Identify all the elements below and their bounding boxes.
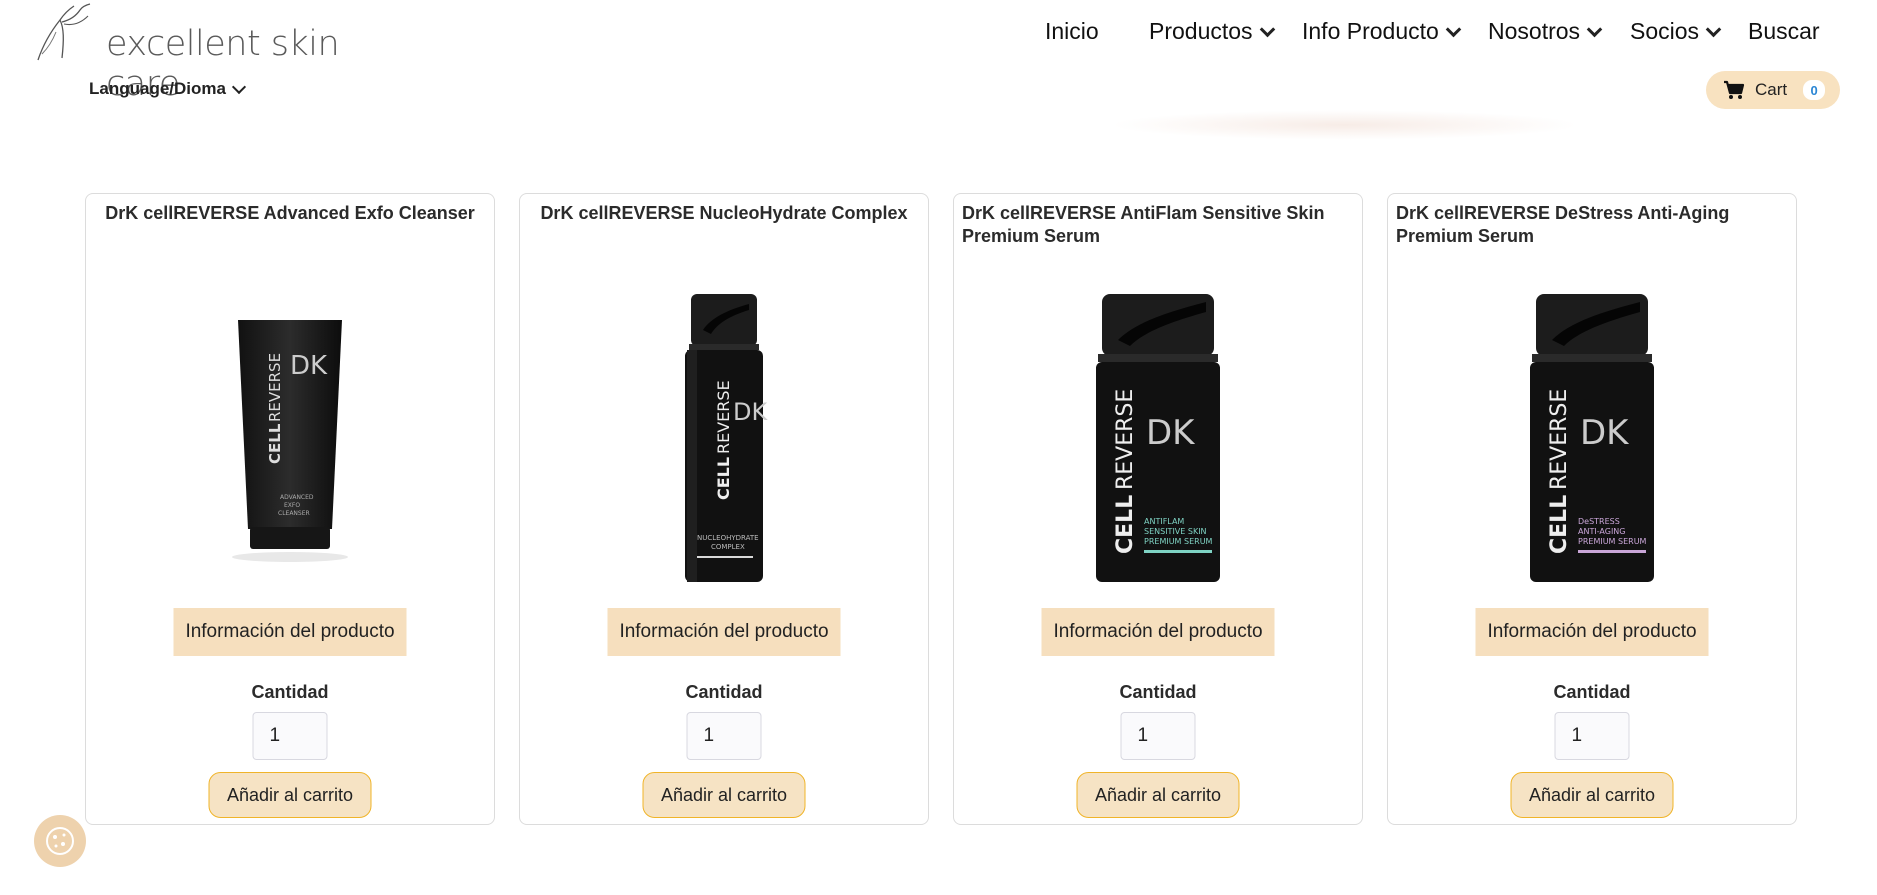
svg-text:PREMIUM SERUM: PREMIUM SERUM: [1144, 537, 1213, 546]
nav-label: Socios: [1630, 18, 1700, 44]
nav-buscar[interactable]: Buscar: [1748, 18, 1820, 45]
svg-text:CLEANSER: CLEANSER: [278, 510, 310, 517]
svg-text:REVERSE: REVERSE: [1547, 389, 1572, 490]
product-image[interactable]: CELL REVERSE DK ADVANCED EXFO CLEANSER: [220, 314, 360, 579]
svg-text:DK: DK: [290, 351, 328, 381]
quantity-label: Cantidad: [1119, 682, 1197, 702]
product-card: DrK cellREVERSE DeStress Anti-Aging Prem…: [1387, 193, 1797, 825]
chevron-down-icon: [231, 79, 247, 94]
svg-text:COMPLEX: COMPLEX: [711, 543, 745, 551]
cart-label: Cart: [1755, 80, 1788, 99]
nav-productos[interactable]: Productos: [1149, 18, 1275, 45]
product-info-button[interactable]: Información del producto: [607, 608, 841, 656]
quantity-label: Cantidad: [251, 682, 329, 702]
svg-text:REVERSE: REVERSE: [266, 353, 284, 422]
language-selector[interactable]: Language/Dioma: [89, 79, 247, 99]
product-title: DrK cellREVERSE DeStress Anti-Aging Prem…: [1396, 203, 1730, 246]
svg-text:REVERSE: REVERSE: [714, 380, 733, 454]
product-info-button[interactable]: Información del producto: [173, 608, 407, 656]
product-title: DrK cellREVERSE Advanced Exfo Cleanser: [105, 203, 475, 223]
nav-label: Productos: [1149, 18, 1253, 44]
svg-text:DeSTRESS: DeSTRESS: [1578, 517, 1620, 526]
cart-icon: [1724, 80, 1745, 99]
site-header: excellent skin care Language/Dioma Inici…: [0, 0, 1877, 140]
svg-text:DK: DK: [1146, 413, 1196, 453]
chevron-down-icon: [1705, 21, 1722, 37]
cookie-settings-button[interactable]: [34, 815, 86, 867]
nav-label: Nosotros: [1488, 18, 1581, 44]
cookie-icon: [46, 827, 74, 855]
nav-socios[interactable]: Socios: [1630, 18, 1722, 45]
cart-button[interactable]: Cart 0: [1706, 71, 1840, 109]
product-image[interactable]: CELL REVERSE DK ANTIFLAM SENSITIVE SKIN …: [1088, 290, 1228, 595]
chevron-down-icon: [1445, 21, 1462, 37]
chevron-down-icon: [1586, 21, 1603, 37]
nav-label: Info Producto: [1302, 18, 1439, 44]
quantity-label: Cantidad: [685, 682, 763, 702]
product-title: DrK cellREVERSE AntiFlam Sensitive Skin …: [962, 203, 1325, 246]
quantity-input[interactable]: 1: [1554, 712, 1630, 760]
svg-text:EXFO: EXFO: [284, 502, 300, 509]
nav-label: Inicio: [1045, 18, 1099, 44]
product-info-button[interactable]: Información del producto: [1475, 608, 1709, 656]
svg-text:DK: DK: [733, 398, 768, 426]
quantity-input[interactable]: 1: [1120, 712, 1196, 760]
nav-inicio[interactable]: Inicio: [1045, 18, 1099, 45]
quantity-input[interactable]: 1: [686, 712, 762, 760]
svg-text:SENSITIVE SKIN: SENSITIVE SKIN: [1144, 527, 1207, 536]
add-to-cart-button[interactable]: Añadir al carrito: [642, 772, 806, 818]
product-card: DrK cellREVERSE AntiFlam Sensitive Skin …: [953, 193, 1363, 825]
product-image[interactable]: CELL REVERSE DK DeSTRESS ANTI-AGING PREM…: [1522, 290, 1662, 595]
svg-text:CELL: CELL: [266, 423, 284, 464]
svg-text:ANTIFLAM: ANTIFLAM: [1144, 517, 1184, 526]
svg-text:PREMIUM SERUM: PREMIUM SERUM: [1578, 537, 1647, 546]
chevron-down-icon: [1259, 21, 1275, 37]
nav-nosotros[interactable]: Nosotros: [1488, 18, 1603, 45]
product-card: DrK cellREVERSE Advanced Exfo Cleanser C…: [85, 193, 495, 825]
logo-figure-icon: [37, 3, 91, 61]
product-image[interactable]: CELL REVERSE DK NUCLEOHYDRATE COMPLEX: [669, 290, 779, 595]
svg-text:CELL: CELL: [714, 457, 733, 500]
quantity-input[interactable]: 1: [252, 712, 328, 760]
product-info-button[interactable]: Información del producto: [1041, 608, 1275, 656]
cart-count-badge: 0: [1803, 80, 1826, 100]
quantity-label: Cantidad: [1553, 682, 1631, 702]
nav-label: Buscar: [1748, 18, 1820, 44]
svg-text:ADVANCED: ADVANCED: [280, 494, 314, 501]
product-tube-image: CELL REVERSE DK ADVANCED EXFO CLEANSER: [232, 320, 348, 562]
logo[interactable]: excellent skin care: [34, 2, 394, 104]
decorative-glow: [1110, 110, 1580, 140]
product-pump-bottle-image: CELL REVERSE DK NUCLEOHYDRATE COMPLEX: [685, 294, 768, 582]
svg-text:REVERSE: REVERSE: [1113, 389, 1138, 490]
product-pump-bottle-image: CELL REVERSE DK DeSTRESS ANTI-AGING PREM…: [1530, 294, 1654, 582]
svg-text:NUCLEOHYDRATE: NUCLEOHYDRATE: [697, 534, 759, 542]
svg-text:ANTI-AGING: ANTI-AGING: [1578, 527, 1626, 536]
svg-text:CELL: CELL: [1547, 495, 1572, 554]
language-label: Language/Dioma: [89, 79, 226, 98]
svg-text:CELL: CELL: [1113, 495, 1138, 554]
nav-info-producto[interactable]: Info Producto: [1302, 18, 1462, 45]
product-title: DrK cellREVERSE NucleoHydrate Complex: [540, 203, 908, 223]
add-to-cart-button[interactable]: Añadir al carrito: [1076, 772, 1240, 818]
product-card: DrK cellREVERSE NucleoHydrate Complex CE…: [519, 193, 929, 825]
product-pump-bottle-image: CELL REVERSE DK ANTIFLAM SENSITIVE SKIN …: [1096, 294, 1220, 582]
add-to-cart-button[interactable]: Añadir al carrito: [1510, 772, 1674, 818]
svg-text:DK: DK: [1580, 413, 1630, 453]
add-to-cart-button[interactable]: Añadir al carrito: [208, 772, 372, 818]
